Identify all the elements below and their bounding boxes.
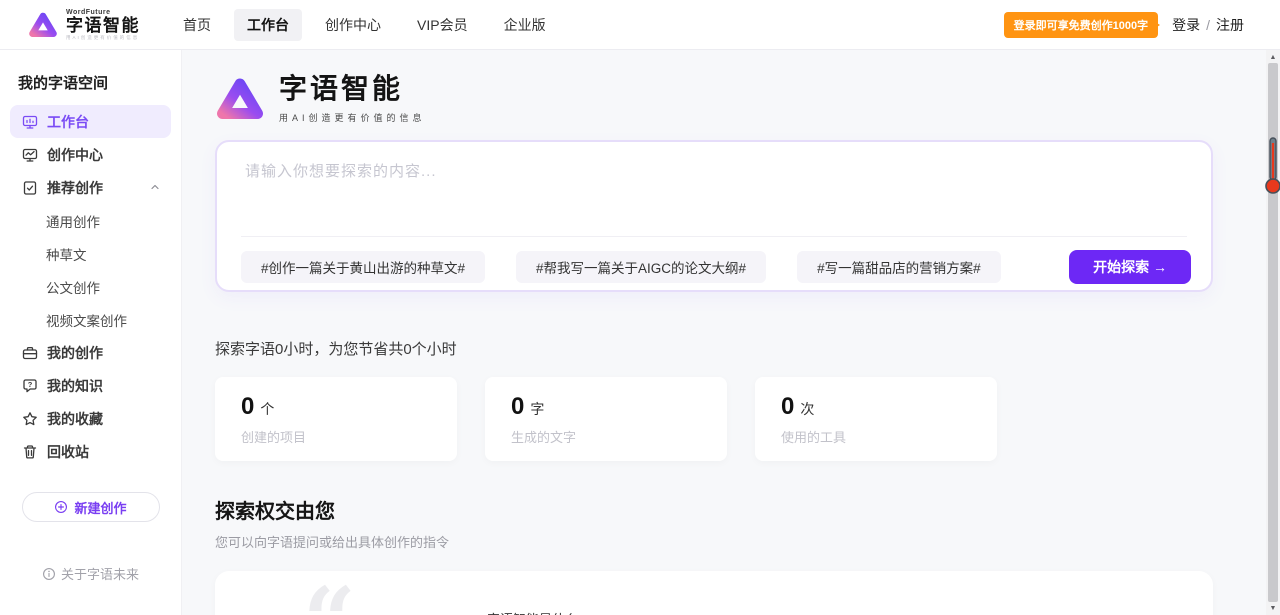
suggestion-chips: #创作一篇关于黄山出游的种草文# #帮我写一篇关于AIGC的论文大纲# #写一篇…	[241, 250, 1191, 284]
workbench-icon	[22, 114, 38, 130]
stat-label: 使用的工具	[781, 427, 997, 446]
sidebar-item-label: 推荐创作	[47, 178, 103, 198]
suggestion-chip-dessert-marketing[interactable]: #写一篇甜品店的营销方案#	[797, 251, 1001, 283]
sidebar-item-label: 创作中心	[47, 145, 103, 165]
brand-micro-tagline: 用AI创造更有价值的信息	[66, 36, 140, 41]
quote-icon: “	[303, 587, 356, 615]
hero-tagline: 用AI创造更有价值的信息	[279, 111, 426, 124]
stat-unit: 次	[800, 401, 814, 417]
stat-unit: 个	[260, 401, 274, 417]
chevron-up-icon[interactable]	[149, 180, 161, 196]
sidebar-subitem-general-creation[interactable]: 通用创作	[10, 204, 171, 237]
sidebar-subitem-seeding-article[interactable]: 种草文	[10, 237, 171, 270]
stat-value-row: 0个	[241, 393, 457, 421]
plus-circle-icon	[54, 500, 68, 514]
sidebar-item-workbench[interactable]: 工作台	[10, 105, 171, 138]
stat-value-row: 0次	[781, 393, 997, 421]
sidebar-item-recycle-bin[interactable]: 回收站	[10, 435, 171, 468]
stat-value: 0	[781, 393, 794, 420]
new-creation-label: 新建创作	[74, 498, 126, 517]
nav-item-enterprise[interactable]: 企业版	[491, 9, 559, 41]
brand-superscript: WordFuture	[66, 9, 140, 16]
nav-item-creation-center[interactable]: 创作中心	[312, 9, 394, 41]
thermometer-icon	[1265, 136, 1280, 196]
svg-text:?: ?	[28, 380, 33, 389]
sidebar-item-label: 回收站	[47, 442, 89, 462]
app-screen: WordFuture 字语智能 用AI创造更有价值的信息 首页 工作台 创作中心…	[0, 0, 1280, 615]
auth-links: 登录 / 注册	[1172, 15, 1244, 35]
stat-unit: 字	[530, 401, 544, 417]
sidebar-item-my-creations[interactable]: 我的创作	[10, 336, 171, 369]
sidebar-item-label: 我的创作	[47, 343, 103, 363]
about-label: 关于字语未来	[61, 564, 139, 583]
example-prompt-left[interactable]: 字语智能是什么?	[487, 609, 585, 615]
explore-section-title: 探索权交由您	[215, 495, 1266, 524]
search-input[interactable]	[245, 160, 965, 224]
brand-text: WordFuture 字语智能 用AI创造更有价值的信息	[66, 9, 140, 41]
login-link[interactable]: 登录	[1172, 15, 1200, 35]
sidebar-subitem-official-doc[interactable]: 公文创作	[10, 270, 171, 303]
sidebar-item-my-knowledge[interactable]: ? 我的知识	[10, 369, 171, 402]
about-link[interactable]: 关于字语未来	[0, 564, 181, 583]
info-circle-icon	[42, 567, 56, 581]
briefcase-icon	[22, 345, 38, 361]
hero-title: 字语智能	[279, 74, 426, 105]
topbar-right: 登录即可享免费创作1000字 登录 / 注册	[1004, 12, 1244, 38]
suggestion-chip-aigc-outline[interactable]: #帮我写一篇关于AIGC的论文大纲#	[516, 251, 766, 283]
scrollbar-down-arrow-icon[interactable]: ▼	[1266, 602, 1280, 614]
stat-label: 生成的文字	[511, 427, 727, 446]
hero-triangle-icon	[215, 76, 265, 122]
topbar: WordFuture 字语智能 用AI创造更有价值的信息 首页 工作台 创作中心…	[0, 0, 1280, 50]
recommend-icon	[22, 180, 38, 196]
explore-section-subtitle: 您可以向字语提问或给出具体创作的指令	[215, 532, 1266, 551]
sidebar-item-recommended[interactable]: 推荐创作	[10, 171, 171, 204]
stat-card-words: 0字 生成的文字	[485, 377, 727, 461]
nav-item-vip[interactable]: VIP会员	[404, 9, 481, 41]
stat-value: 0	[511, 393, 524, 420]
knowledge-icon: ?	[22, 378, 38, 394]
sidebar-item-label: 我的知识	[47, 376, 103, 396]
sidebar-item-label: 我的收藏	[47, 409, 103, 429]
sidebar-title: 我的字语空间	[18, 72, 181, 93]
trash-icon	[22, 444, 38, 460]
auth-separator: /	[1206, 17, 1210, 33]
hero-brand: 字语智能 用AI创造更有价值的信息	[215, 74, 1266, 124]
creation-center-icon	[22, 147, 38, 163]
nav-item-workbench[interactable]: 工作台	[234, 9, 302, 41]
sidebar: 我的字语空间 工作台 创作中心 推荐创作 通用创作 种草文 公文创作 视频文案创	[0, 50, 182, 615]
sidebar-subitem-video-copy[interactable]: 视频文案创作	[10, 303, 171, 336]
page-scrollbar[interactable]: ▲ ▼	[1266, 50, 1280, 615]
start-explore-button[interactable]: 开始探索 →	[1069, 250, 1191, 284]
brand-logo[interactable]: WordFuture 字语智能 用AI创造更有价值的信息	[28, 9, 140, 41]
scrollbar-up-arrow-icon[interactable]: ▲	[1266, 51, 1280, 63]
stat-cards: 0个 创建的项目 0字 生成的文字 0次 使用的工具	[215, 377, 1266, 461]
stat-label: 创建的项目	[241, 427, 457, 446]
top-navigation: 首页 工作台 创作中心 VIP会员 企业版	[170, 9, 559, 41]
main-content: 字语智能 用AI创造更有价值的信息 #创作一篇关于黄山出游的种草文# #帮我写一…	[182, 50, 1266, 615]
stat-value-row: 0字	[511, 393, 727, 421]
stats-summary: 探索字语0小时，为您节省共0个小时	[215, 338, 1266, 359]
star-icon	[22, 411, 38, 427]
sidebar-item-creation-center[interactable]: 创作中心	[10, 138, 171, 171]
register-link[interactable]: 注册	[1216, 15, 1244, 35]
search-card: #创作一篇关于黄山出游的种草文# #帮我写一篇关于AIGC的论文大纲# #写一篇…	[215, 140, 1213, 292]
hero-text: 字语智能 用AI创造更有价值的信息	[279, 74, 426, 124]
nav-item-home[interactable]: 首页	[170, 9, 224, 41]
sidebar-item-label: 工作台	[47, 112, 89, 132]
brand-triangle-icon	[28, 11, 58, 39]
new-creation-button[interactable]: 新建创作	[22, 492, 160, 522]
brand-name: 字语智能	[66, 17, 140, 34]
stat-card-tools: 0次 使用的工具	[755, 377, 997, 461]
sidebar-item-favorites[interactable]: 我的收藏	[10, 402, 171, 435]
stat-card-projects: 0个 创建的项目	[215, 377, 457, 461]
suggestion-chip-huangshan[interactable]: #创作一篇关于黄山出游的种草文#	[241, 251, 485, 283]
example-prompts-card: “ 字语智能是什么? 嘿，帮我创作一篇北京出游攻略	[215, 571, 1213, 615]
search-divider	[241, 236, 1187, 237]
login-promo-badge[interactable]: 登录即可享免费创作1000字	[1004, 12, 1158, 38]
stat-value: 0	[241, 393, 254, 420]
